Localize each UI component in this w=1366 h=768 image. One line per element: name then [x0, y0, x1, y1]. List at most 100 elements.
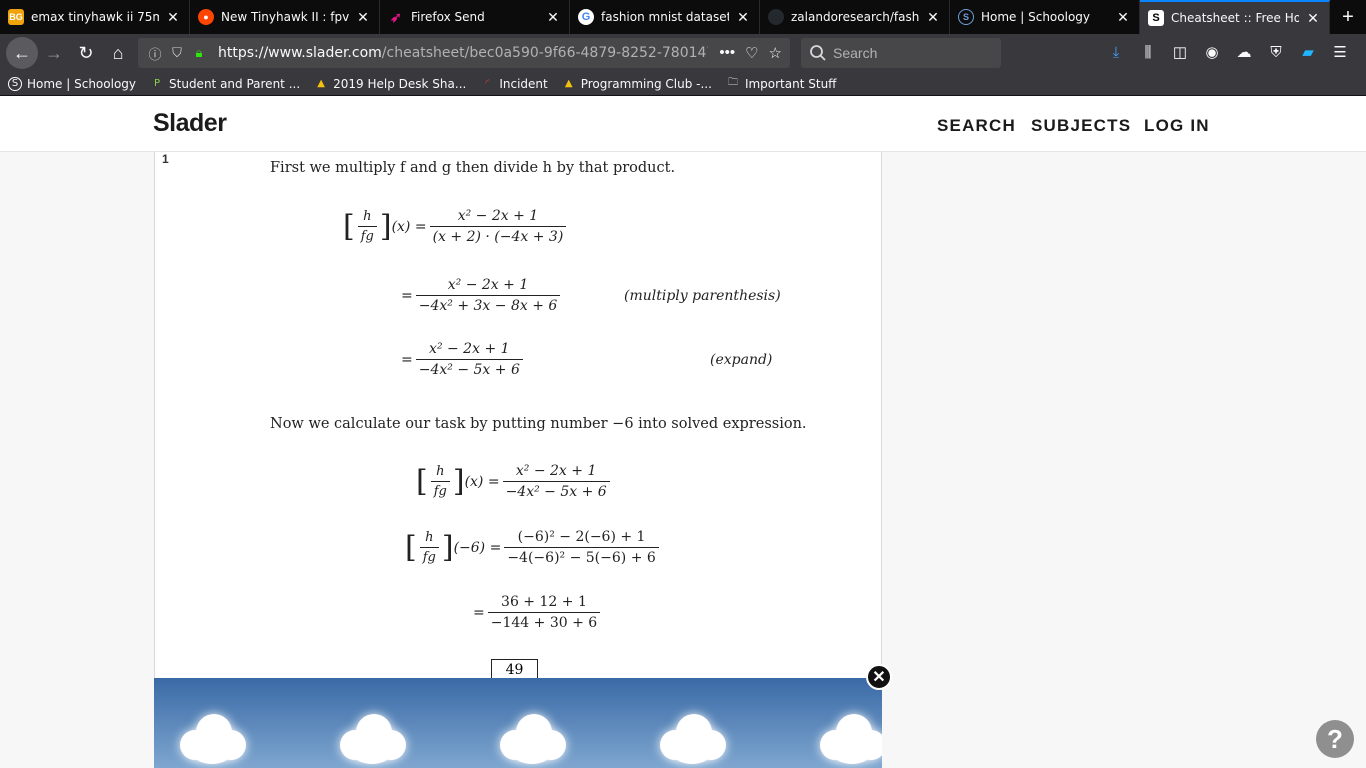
bookmark-star-icon[interactable]: ☆	[769, 44, 782, 62]
equation-6: = 36 + 12 + 1 −144 + 30 + 6	[473, 594, 603, 631]
extension-chart-icon[interactable]: ▰	[1292, 36, 1324, 68]
site-header: Slader SEARCH SUBJECTS LOG IN	[0, 96, 1366, 152]
ublock-icon[interactable]: ⛨	[1260, 36, 1292, 68]
ad-banner[interactable]	[154, 678, 882, 768]
lhs-x: (x) =	[391, 218, 427, 235]
new-tab-button[interactable]: +	[1330, 0, 1366, 34]
tab-title: zalandoresearch/fashion	[791, 10, 919, 24]
address-bar[interactable]: ⓘ ⛉ 🔒︎ https://www.slader.com/cheatsheet…	[138, 38, 790, 68]
close-tab-icon[interactable]: ✕	[925, 9, 941, 26]
cloud-icon	[176, 708, 252, 764]
fraction: x² − 2x + 1 −4x² − 5x + 6	[502, 463, 610, 500]
pocket-icon[interactable]: ♡	[745, 44, 758, 62]
bracket-open: [	[405, 529, 417, 565]
search-placeholder: Search	[833, 45, 878, 61]
fraction: (−6)² − 2(−6) + 1 −4(−6)² − 5(−6) + 6	[504, 529, 659, 566]
note-expand: (expand)	[710, 352, 773, 368]
help-icon[interactable]: ?	[1316, 720, 1354, 758]
tab-github[interactable]: zalandoresearch/fashion ✕	[760, 0, 950, 34]
library-icon[interactable]: ⫼	[1132, 36, 1164, 68]
sidebar-icon[interactable]: ◫	[1164, 36, 1196, 68]
tab-title: Cheatsheet :: Free Home	[1171, 11, 1299, 25]
bookmarks-toolbar: S Home | Schoology P Student and Parent ..…	[0, 72, 1366, 96]
tab-reddit[interactable]: ● New Tinyhawk II : fpvrac ✕	[190, 0, 380, 34]
equation-3: = x² − 2x + 1 −4x² − 5x + 6	[401, 341, 526, 378]
bracket-open: [	[416, 463, 428, 499]
downloads-icon[interactable]: ⤓	[1100, 36, 1132, 68]
bracket-close: ]	[452, 463, 465, 499]
url-text[interactable]: https://www.slader.com/cheatsheet/bec0a5…	[218, 45, 708, 61]
search-icon	[810, 45, 826, 61]
tab-strip: BG emax tinyhawk ii 75mm 1 ✕ ● New Tinyh…	[0, 0, 1366, 34]
cloud-icon	[496, 708, 572, 764]
google-icon: G	[578, 9, 594, 25]
bookmark-schoology[interactable]: S Home | Schoology	[8, 76, 136, 91]
bookmark-programming-club[interactable]: ▲ Programming Club -...	[562, 77, 712, 91]
tab-google[interactable]: G fashion mnist dataset do ✕	[570, 0, 760, 34]
tab-schoology[interactable]: S Home | Schoology ✕	[950, 0, 1140, 34]
close-tab-icon[interactable]: ✕	[165, 9, 181, 26]
tab-firefox-send[interactable]: ➶ Firefox Send ✕	[380, 0, 570, 34]
search-bar[interactable]: Search	[801, 38, 1001, 68]
close-tab-icon[interactable]: ✕	[1305, 10, 1321, 27]
equation-1: [ h fg ] (x) = x² − 2x + 1 (x + 2) · (−4x …	[343, 208, 569, 245]
fraction: x² − 2x + 1 (x + 2) · (−4x + 3)	[429, 208, 567, 245]
close-ad-icon[interactable]: ✕	[866, 664, 892, 690]
github-icon	[768, 9, 784, 25]
equation-2: = x² − 2x + 1 −4x² + 3x − 8x + 6	[401, 277, 563, 314]
reload-button[interactable]: ↻	[70, 37, 102, 69]
account-icon[interactable]: ◉	[1196, 36, 1228, 68]
info-icon[interactable]: ⓘ	[146, 44, 164, 63]
fraction: 36 + 12 + 1 −144 + 30 + 6	[487, 594, 601, 631]
drive-icon: ▲	[317, 78, 325, 89]
back-button[interactable]: ←	[6, 37, 38, 69]
bracket-open: [	[343, 208, 355, 244]
bracket-close: ]	[441, 529, 454, 565]
extension-icon[interactable]: ☁	[1228, 36, 1260, 68]
close-tab-icon[interactable]: ✕	[355, 9, 371, 26]
tracking-shield-icon[interactable]: ⛉	[168, 45, 186, 61]
drive-icon: ▲	[564, 78, 573, 89]
incident-icon: ◜	[485, 78, 490, 89]
bookmark-help-desk[interactable]: ▲ 2019 Help Desk Sha...	[314, 77, 466, 91]
close-tab-icon[interactable]: ✕	[735, 9, 751, 26]
menu-icon[interactable]: ☰	[1324, 36, 1356, 68]
lock-icon[interactable]: 🔒︎	[190, 45, 208, 61]
nav-search-link[interactable]: SEARCH	[937, 116, 1016, 136]
nav-subjects-link[interactable]: SUBJECTS	[1031, 116, 1131, 136]
lhs-minus-six: (−6) =	[453, 539, 502, 556]
navigation-toolbar: ← → ↻ ⌂ ⓘ ⛉ 🔒︎ https://www.slader.com/ch…	[0, 34, 1366, 72]
p-icon: P	[154, 78, 161, 89]
h-over-fg: h fg	[430, 464, 450, 499]
tab-title: emax tinyhawk ii 75mm 1	[31, 10, 159, 24]
bookmark-student-parent[interactable]: P Student and Parent ...	[150, 77, 300, 91]
fraction: x² − 2x + 1 −4x² − 5x + 6	[415, 341, 523, 378]
page-actions-icon[interactable]: •••	[719, 44, 735, 62]
folder-icon: 🗀︎	[727, 77, 738, 88]
cloud-icon	[336, 708, 412, 764]
tab-title: fashion mnist dataset do	[601, 10, 729, 24]
bg-favicon-icon: BG	[8, 9, 24, 25]
equals-sign: =	[401, 287, 413, 304]
equation-5: [ h fg ] (−6) = (−6)² − 2(−6) + 1 −4(−6)² …	[405, 529, 662, 566]
intro-text: First we multiply f and g then divide h …	[270, 160, 676, 176]
close-tab-icon[interactable]: ✕	[1115, 9, 1131, 26]
home-button[interactable]: ⌂	[102, 37, 134, 69]
bookmark-incident[interactable]: ◜ Incident	[480, 77, 547, 91]
solution-panel: 1 First we multiply f and g then divide …	[154, 152, 882, 768]
close-tab-icon[interactable]: ✕	[545, 9, 561, 26]
cloud-icon	[816, 708, 882, 764]
lhs-x: (x) =	[464, 473, 500, 490]
slader-logo[interactable]: Slader	[153, 109, 227, 138]
tab-cheatsheet[interactable]: S Cheatsheet :: Free Home ✕	[1140, 0, 1330, 34]
nav-login-link[interactable]: LOG IN	[1144, 116, 1210, 136]
equals-sign: =	[473, 604, 485, 621]
forward-button[interactable]: →	[38, 37, 70, 69]
bracket-close: ]	[379, 208, 392, 244]
bookmark-important-stuff[interactable]: 🗀︎ Important Stuff	[726, 77, 837, 91]
tab-emax[interactable]: BG emax tinyhawk ii 75mm 1 ✕	[0, 0, 190, 34]
send-icon: ➶	[390, 8, 402, 25]
equation-4: [ h fg ] (x) = x² − 2x + 1 −4x² − 5x + 6	[416, 463, 613, 500]
schoology-icon: S	[958, 9, 974, 25]
note-multiply: (multiply parenthesis)	[624, 288, 781, 304]
